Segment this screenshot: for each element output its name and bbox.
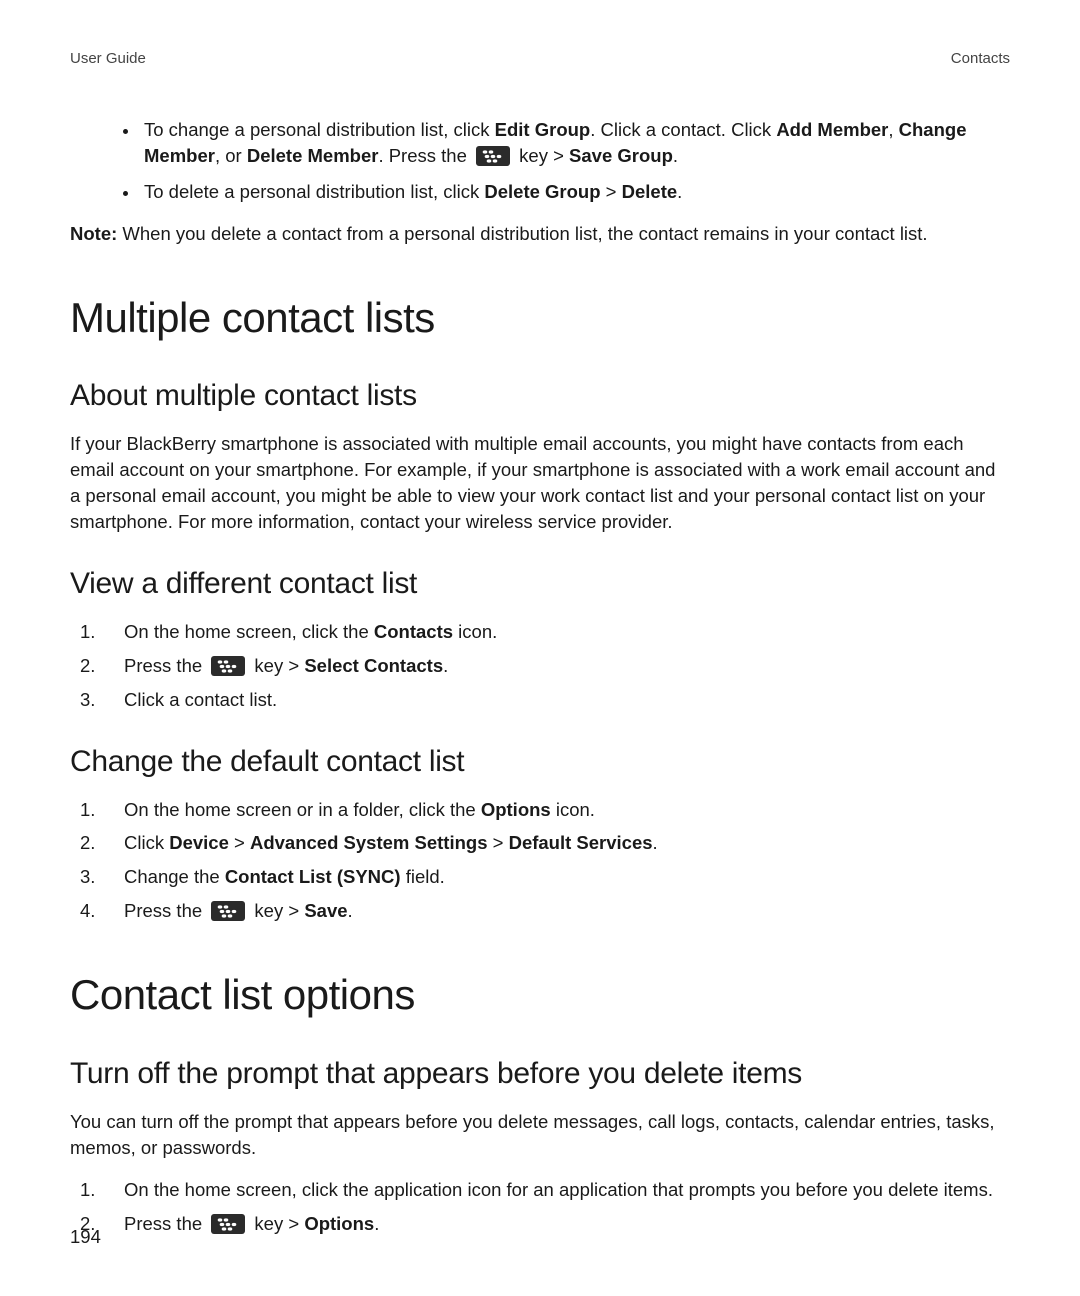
turnoff-steps-list: On the home screen, click the applicatio… bbox=[70, 1177, 1010, 1237]
text: key > bbox=[514, 145, 569, 166]
blackberry-key-icon bbox=[211, 901, 245, 921]
bold-text: Contacts bbox=[374, 621, 453, 642]
text: . bbox=[653, 832, 658, 853]
bold-text: Delete Group bbox=[484, 181, 600, 202]
list-item: On the home screen or in a folder, click… bbox=[96, 797, 1010, 823]
bold-text: Add Member bbox=[776, 119, 888, 140]
text: Press the bbox=[124, 900, 207, 921]
page-number: 194 bbox=[70, 1224, 101, 1250]
note-paragraph: Note: When you delete a contact from a p… bbox=[70, 221, 1010, 247]
text: > bbox=[229, 832, 250, 853]
about-paragraph: If your BlackBerry smartphone is associa… bbox=[70, 431, 1010, 535]
text: , or bbox=[215, 145, 247, 166]
bold-text: Advanced System Settings bbox=[250, 832, 488, 853]
list-item: Click Device > Advanced System Settings … bbox=[96, 830, 1010, 856]
blackberry-key-icon bbox=[476, 146, 510, 166]
list-item: To change a personal distribution list, … bbox=[140, 117, 1010, 169]
h2-change-default: Change the default contact list bbox=[70, 741, 1010, 783]
list-item: Press the key > Options. bbox=[96, 1211, 1010, 1237]
note-body: When you delete a contact from a persona… bbox=[117, 223, 927, 244]
text: field. bbox=[401, 866, 445, 887]
header-left: User Guide bbox=[70, 48, 146, 69]
bold-text: Options bbox=[304, 1213, 374, 1234]
bold-text: Options bbox=[481, 799, 551, 820]
note-label: Note: bbox=[70, 223, 117, 244]
h2-turn-off-prompt: Turn off the prompt that appears before … bbox=[70, 1053, 1010, 1095]
view-steps-list: On the home screen, click the Contacts i… bbox=[70, 619, 1010, 713]
bold-text: Delete bbox=[622, 181, 678, 202]
blackberry-key-icon bbox=[211, 1214, 245, 1234]
h2-about-multiple: About multiple contact lists bbox=[70, 375, 1010, 417]
text: Press the bbox=[124, 655, 207, 676]
text: . bbox=[673, 145, 678, 166]
page-header: User Guide Contacts bbox=[70, 48, 1010, 69]
list-item: On the home screen, click the applicatio… bbox=[96, 1177, 1010, 1203]
text: key > bbox=[249, 900, 304, 921]
text: icon. bbox=[453, 621, 497, 642]
bold-text: Save bbox=[304, 900, 347, 921]
h1-contact-list-options: Contact list options bbox=[70, 966, 1010, 1025]
text: > bbox=[487, 832, 508, 853]
text: . bbox=[348, 900, 353, 921]
list-item: Press the key > Select Contacts. bbox=[96, 653, 1010, 679]
bold-text: Default Services bbox=[509, 832, 653, 853]
h1-multiple-contact-lists: Multiple contact lists bbox=[70, 289, 1010, 348]
bold-text: Edit Group bbox=[495, 119, 591, 140]
text: . bbox=[443, 655, 448, 676]
text: To delete a personal distribution list, … bbox=[144, 181, 484, 202]
list-item: On the home screen, click the Contacts i… bbox=[96, 619, 1010, 645]
text: . Click a contact. Click bbox=[590, 119, 776, 140]
h2-view-different: View a different contact list bbox=[70, 563, 1010, 605]
turnoff-paragraph: You can turn off the prompt that appears… bbox=[70, 1109, 1010, 1161]
text: key > bbox=[249, 655, 304, 676]
list-item: Change the Contact List (SYNC) field. bbox=[96, 864, 1010, 890]
text: Click bbox=[124, 832, 169, 853]
text: key > bbox=[249, 1213, 304, 1234]
bold-text: Device bbox=[169, 832, 229, 853]
change-steps-list: On the home screen or in a folder, click… bbox=[70, 797, 1010, 925]
list-item: To delete a personal distribution list, … bbox=[140, 179, 1010, 205]
text: , bbox=[888, 119, 898, 140]
bold-text: Save Group bbox=[569, 145, 673, 166]
text: > bbox=[601, 181, 622, 202]
text: On the home screen or in a folder, click… bbox=[124, 799, 481, 820]
text: . Press the bbox=[378, 145, 472, 166]
text: . bbox=[374, 1213, 379, 1234]
list-item: Press the key > Save. bbox=[96, 898, 1010, 924]
bold-text: Delete Member bbox=[247, 145, 379, 166]
text: . bbox=[677, 181, 682, 202]
header-right: Contacts bbox=[951, 48, 1010, 69]
text: On the home screen, click the bbox=[124, 621, 374, 642]
bold-text: Contact List (SYNC) bbox=[225, 866, 401, 887]
intro-bullet-list: To change a personal distribution list, … bbox=[70, 117, 1010, 205]
text: Change the bbox=[124, 866, 225, 887]
blackberry-key-icon bbox=[211, 656, 245, 676]
text: To change a personal distribution list, … bbox=[144, 119, 495, 140]
bold-text: Select Contacts bbox=[304, 655, 443, 676]
list-item: Click a contact list. bbox=[96, 687, 1010, 713]
text: Press the bbox=[124, 1213, 207, 1234]
text: icon. bbox=[551, 799, 595, 820]
